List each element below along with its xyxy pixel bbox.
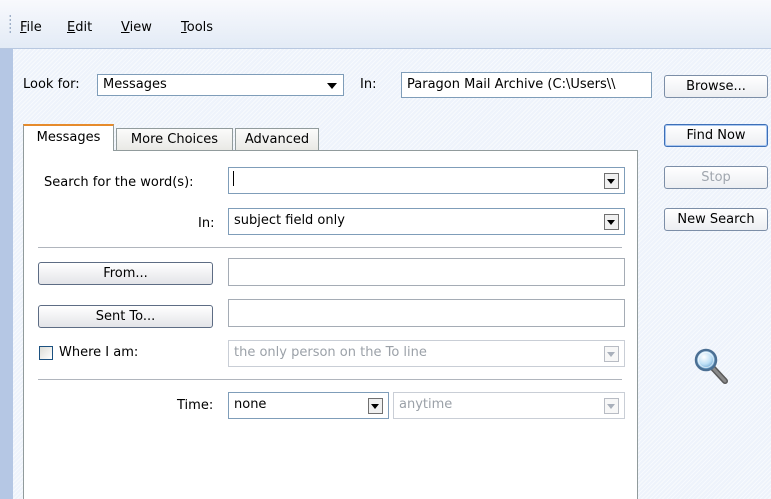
time-range-value: anytime	[399, 397, 453, 412]
tab-messages[interactable]: Messages	[23, 124, 114, 151]
time-label: Time:	[177, 398, 214, 413]
left-border-strip	[0, 49, 13, 499]
separator	[38, 247, 622, 249]
from-input[interactable]	[228, 258, 625, 286]
menu-edit-label: dit	[75, 20, 93, 35]
where-i-am-label: Where I am:	[59, 345, 139, 360]
search-words-label: Search for the word(s):	[44, 175, 194, 190]
look-for-value: Messages	[103, 77, 167, 92]
time-range-dropdown-button[interactable]	[604, 398, 619, 414]
chevron-down-icon	[607, 179, 615, 184]
look-for-label: Look for:	[23, 77, 80, 92]
time-range-dropdown[interactable]: anytime	[393, 392, 625, 419]
text-cursor	[233, 171, 234, 186]
time-value: none	[234, 397, 267, 412]
where-i-am-dropdown-button[interactable]	[604, 346, 619, 362]
menu-file-label: ile	[26, 20, 42, 35]
look-for-dropdown[interactable]: Messages	[97, 74, 344, 96]
new-search-button[interactable]: New Search	[664, 208, 768, 231]
menu-view-mnemonic: V	[121, 20, 130, 35]
where-i-am-value: the only person on the To line	[234, 345, 427, 360]
menu-view-label: iew	[129, 20, 152, 35]
in-folder-value: Paragon Mail Archive (C:\Users\\	[407, 77, 616, 92]
toolbar-grip[interactable]	[9, 14, 11, 34]
time-dropdown-button[interactable]	[368, 398, 383, 414]
search-in-dropdown[interactable]: subject field only	[228, 208, 625, 235]
search-in-label: In:	[198, 216, 215, 231]
find-now-button[interactable]: Find Now	[664, 124, 768, 147]
magnifier-icon	[694, 348, 728, 384]
chevron-down-icon	[607, 352, 615, 357]
separator	[38, 379, 622, 381]
search-in-value: subject field only	[234, 213, 345, 228]
menu-tools-label: ools	[186, 20, 214, 35]
time-dropdown[interactable]: none	[228, 392, 389, 419]
search-words-input[interactable]	[228, 167, 625, 194]
tab-advanced[interactable]: Advanced	[235, 128, 319, 151]
sent-to-input[interactable]	[228, 299, 625, 327]
in-folder-label: In:	[360, 77, 377, 92]
from-button[interactable]: From...	[38, 262, 213, 285]
where-i-am-dropdown[interactable]: the only person on the To line	[228, 340, 625, 367]
chevron-down-icon	[607, 404, 615, 409]
menu-bar: File Edit View Tools	[0, 0, 771, 49]
menu-tools[interactable]: Tools	[181, 20, 213, 35]
browse-button[interactable]: Browse...	[664, 75, 768, 98]
chevron-down-icon	[371, 404, 379, 409]
menu-edit[interactable]: Edit	[67, 20, 92, 35]
stop-button[interactable]: Stop	[664, 166, 768, 189]
menu-edit-mnemonic: E	[67, 20, 76, 35]
search-in-dropdown-button[interactable]	[604, 214, 619, 230]
search-words-dropdown-button[interactable]	[604, 173, 619, 189]
sent-to-button[interactable]: Sent To...	[38, 305, 213, 328]
menu-view[interactable]: View	[121, 20, 152, 35]
menu-file[interactable]: File	[20, 20, 42, 35]
in-folder-field[interactable]: Paragon Mail Archive (C:\Users\\	[401, 72, 652, 98]
chevron-down-icon	[327, 83, 337, 89]
chevron-down-icon	[607, 220, 615, 225]
where-i-am-checkbox[interactable]	[39, 346, 53, 360]
tab-more-choices[interactable]: More Choices	[116, 128, 233, 151]
